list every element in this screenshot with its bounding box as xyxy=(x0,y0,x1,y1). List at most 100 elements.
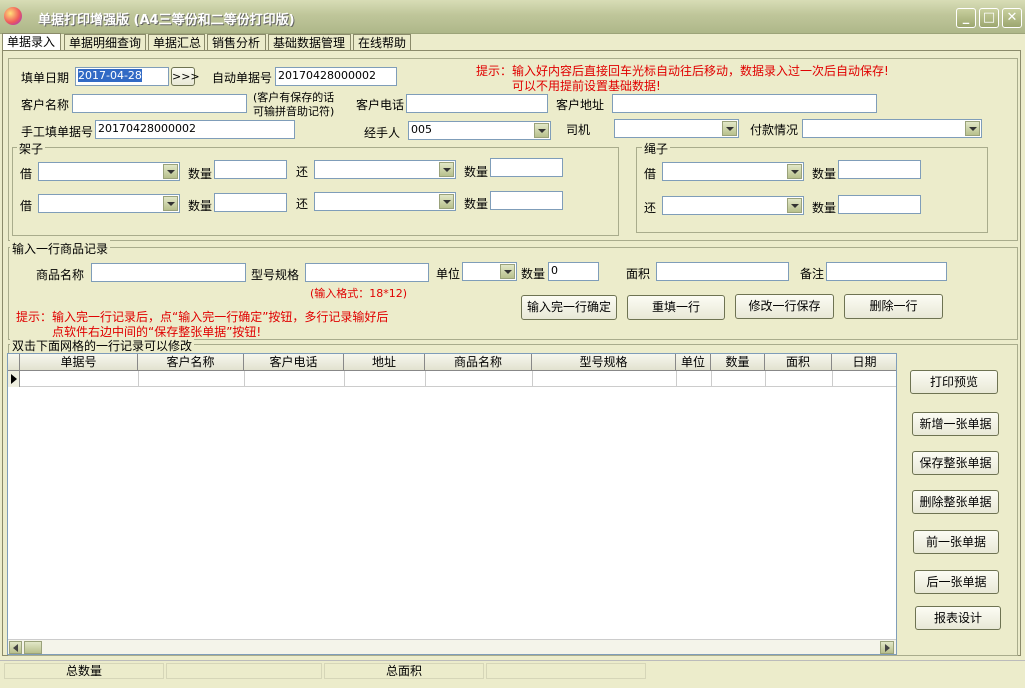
col-header-product[interactable]: 商品名称 xyxy=(425,354,532,371)
address-field[interactable] xyxy=(612,94,877,113)
delete-row-button[interactable]: 删除一行 xyxy=(844,294,943,319)
rope-group xyxy=(636,147,988,233)
date-picker-button[interactable]: >>> xyxy=(171,67,200,86)
col-header-bill-no[interactable]: 单据号 xyxy=(20,354,138,371)
unit-select[interactable] xyxy=(462,262,517,281)
phone-field[interactable] xyxy=(406,94,548,113)
spec-field[interactable] xyxy=(305,263,429,282)
next-bill-button[interactable]: 后一张单据 xyxy=(914,570,999,594)
spec-format-hint: (输入格式：18*12) xyxy=(310,287,408,300)
rack-borrow-label: 借 xyxy=(20,199,33,213)
chevron-down-icon[interactable] xyxy=(534,123,549,138)
save-bill-button[interactable]: 保存整张单据 xyxy=(912,451,999,475)
chevron-down-icon[interactable] xyxy=(787,198,802,213)
rack-borrow-qty-2[interactable] xyxy=(214,193,287,212)
chevron-down-icon[interactable] xyxy=(439,194,454,209)
tab-entry[interactable]: 单据录入 xyxy=(2,33,61,51)
rack-return-select-2[interactable] xyxy=(314,192,456,211)
rope-borrow-select[interactable] xyxy=(662,162,804,181)
date-value: 2017-04-28 xyxy=(78,69,142,82)
grid-title: 双击下面网格的一行记录可以修改 xyxy=(10,337,195,354)
customer-field[interactable] xyxy=(72,94,247,113)
handler-value: 005 xyxy=(411,123,432,136)
tab-online-help[interactable]: 在线帮助 xyxy=(353,34,411,51)
maximize-button[interactable]: □ xyxy=(979,8,999,28)
rack-borrow-select-2[interactable] xyxy=(38,194,180,213)
total-area-value xyxy=(486,663,646,679)
rack-return-qty-2[interactable] xyxy=(490,191,563,210)
modify-row-button[interactable]: 修改一行保存 xyxy=(735,294,834,319)
item-entry-title: 输入一行商品记录 xyxy=(10,240,111,257)
payment-label: 付款情况 xyxy=(750,123,799,137)
rope-return-qty[interactable] xyxy=(838,195,921,214)
close-button[interactable]: ✕ xyxy=(1002,8,1022,28)
table-row[interactable] xyxy=(8,371,896,387)
rope-return-select[interactable] xyxy=(662,196,804,215)
rack-return-label: 还 xyxy=(296,197,309,211)
driver-select[interactable] xyxy=(614,119,739,138)
col-header-qty[interactable]: 数量 xyxy=(711,354,765,371)
app-icon xyxy=(4,7,22,25)
rack-qty-label: 数量 xyxy=(464,165,489,179)
rope-qty-label: 数量 xyxy=(812,201,837,215)
horizontal-scrollbar[interactable] xyxy=(8,639,896,654)
col-header-customer[interactable]: 客户名称 xyxy=(138,354,244,371)
col-header-unit[interactable]: 单位 xyxy=(676,354,711,371)
chevron-down-icon[interactable] xyxy=(500,264,515,279)
confirm-row-button[interactable]: 输入完一行确定 xyxy=(521,295,617,320)
tab-base-data[interactable]: 基础数据管理 xyxy=(268,34,351,51)
col-header-phone[interactable]: 客户电话 xyxy=(244,354,344,371)
grid-corner xyxy=(8,354,20,371)
row-selector[interactable] xyxy=(8,371,20,387)
rack-group-title: 架子 xyxy=(17,140,46,157)
auto-no-field[interactable]: 20170428000002 xyxy=(275,67,397,86)
payment-select[interactable] xyxy=(802,119,982,138)
chevron-down-icon[interactable] xyxy=(163,164,178,179)
rack-borrow-qty-1[interactable] xyxy=(214,160,287,179)
manual-no-field[interactable]: 20170428000002 xyxy=(95,120,295,139)
scroll-left-icon[interactable] xyxy=(9,641,22,654)
note-field[interactable] xyxy=(826,262,947,281)
col-header-area[interactable]: 面积 xyxy=(765,354,832,371)
records-grid[interactable]: 单据号 客户名称 客户电话 地址 商品名称 型号规格 单位 数量 面积 日期 xyxy=(7,353,897,655)
scroll-right-icon[interactable] xyxy=(880,641,894,654)
total-qty-label: 总数量 xyxy=(4,663,164,679)
total-qty-value xyxy=(166,663,322,679)
refill-row-button[interactable]: 重填一行 xyxy=(627,295,725,320)
col-header-address[interactable]: 地址 xyxy=(344,354,425,371)
handler-select[interactable]: 005 xyxy=(408,121,551,140)
rack-return-select-1[interactable] xyxy=(314,160,456,179)
rack-qty-label: 数量 xyxy=(188,167,213,181)
qty-field[interactable]: 0 xyxy=(548,262,599,281)
chevron-down-icon[interactable] xyxy=(163,196,178,211)
chevron-down-icon[interactable] xyxy=(439,162,454,177)
new-bill-button[interactable]: 新增一张单据 xyxy=(912,412,999,436)
area-field[interactable] xyxy=(656,262,789,281)
manual-no-label: 手工填单据号 xyxy=(21,125,94,139)
rope-borrow-qty[interactable] xyxy=(838,160,921,179)
report-design-button[interactable]: 报表设计 xyxy=(915,606,1001,630)
product-field[interactable] xyxy=(91,263,246,282)
rack-return-qty-1[interactable] xyxy=(490,158,563,177)
chevron-down-icon[interactable] xyxy=(722,121,737,136)
chevron-down-icon[interactable] xyxy=(965,121,980,136)
rack-borrow-select-1[interactable] xyxy=(38,162,180,181)
tab-summary[interactable]: 单据汇总 xyxy=(148,34,205,51)
date-field[interactable]: 2017-04-28 xyxy=(75,67,169,86)
scroll-thumb[interactable] xyxy=(24,641,42,654)
address-label: 客户地址 xyxy=(556,98,605,112)
col-header-date[interactable]: 日期 xyxy=(832,354,896,371)
minimize-button[interactable]: _ xyxy=(956,8,976,28)
rack-qty-label: 数量 xyxy=(188,199,213,213)
tab-sales-analysis[interactable]: 销售分析 xyxy=(207,34,266,51)
area-label: 面积 xyxy=(626,267,651,281)
delete-bill-button[interactable]: 删除整张单据 xyxy=(912,490,999,514)
rope-borrow-label: 借 xyxy=(644,167,657,181)
print-preview-button[interactable]: 打印预览 xyxy=(910,370,998,394)
chevron-down-icon[interactable] xyxy=(787,164,802,179)
tab-detail-query[interactable]: 单据明细查询 xyxy=(64,34,146,51)
rope-return-label: 还 xyxy=(644,201,657,215)
prev-bill-button[interactable]: 前一张单据 xyxy=(913,530,999,554)
handler-label: 经手人 xyxy=(364,126,401,140)
col-header-spec[interactable]: 型号规格 xyxy=(532,354,676,371)
